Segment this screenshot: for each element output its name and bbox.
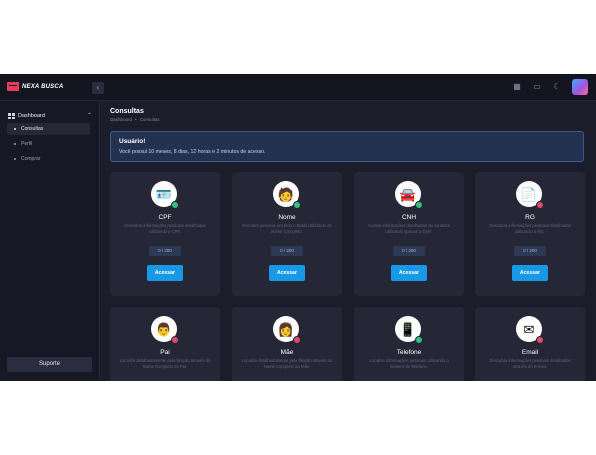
access-button[interactable]: Acessar bbox=[269, 265, 305, 281]
card-mae: 👩 Mãe Localize detalhadamente pela filia… bbox=[232, 307, 342, 381]
card-title: Telefone bbox=[396, 349, 422, 356]
bullet-icon bbox=[14, 158, 16, 160]
top-actions: ▦ ▭ ☾ bbox=[512, 79, 588, 95]
card-rg: 📄 RG Descubra informações pessoais detal… bbox=[475, 172, 585, 296]
card-description: Localize informações pessoais utilizando… bbox=[369, 358, 449, 369]
logo-icon bbox=[7, 82, 19, 91]
card-description: Descubra informações pessoais detalhadas… bbox=[489, 358, 571, 369]
sidebar-collapse-button[interactable]: ‹ bbox=[92, 82, 104, 94]
card-description: Localize detalhadamente pela filiação at… bbox=[241, 358, 333, 369]
status-badge bbox=[415, 201, 423, 209]
main-content: Consultas Dashboard • Consultas Usuário!… bbox=[100, 101, 596, 381]
status-badge bbox=[536, 336, 544, 344]
card-title: Nome bbox=[278, 214, 296, 221]
alert-text: Você possui 10 meses, 8 dias, 12 horas e… bbox=[119, 149, 266, 155]
card-title: Email bbox=[521, 349, 539, 356]
card-description: Descubra informações pessoais detalhadas… bbox=[489, 223, 571, 234]
card-description: Encontre pessoas em todo o Brasil utiliz… bbox=[242, 223, 332, 234]
status-badge bbox=[415, 336, 423, 344]
card-cnh: 🚘 CNH Acesse informações detalhadas do c… bbox=[354, 172, 464, 296]
sidebar-item-perfil[interactable]: Perfil bbox=[7, 138, 90, 150]
card-pai: 👨 Pai Localize detalhadamente pela filia… bbox=[110, 307, 220, 381]
access-button[interactable]: Acessar bbox=[391, 265, 427, 281]
usage-counter: 0 / 200 bbox=[271, 246, 303, 256]
access-button[interactable]: Acessar bbox=[512, 265, 548, 281]
top-bar: NEXA BUSCA ‹ ▦ ▭ ☾ bbox=[0, 74, 596, 101]
alert-title: Usuário! bbox=[119, 138, 146, 145]
card-description: Acesse informações detalhadas do conduto… bbox=[367, 223, 451, 234]
card-cpf: 🪪 CPF Descubra informações pessoais deta… bbox=[110, 172, 220, 296]
access-button[interactable]: Acessar bbox=[147, 265, 183, 281]
sidebar-item-comprar[interactable]: Comprar bbox=[7, 153, 90, 165]
apps-grid-icon[interactable]: ▦ bbox=[512, 82, 522, 92]
breadcrumb-item[interactable]: Dashboard bbox=[110, 117, 132, 122]
chevron-up-icon: ⌃ bbox=[86, 113, 92, 119]
sidebar: Dashboard ⌃ Consultas Perfil Comprar Sup… bbox=[0, 101, 100, 381]
bullet-icon bbox=[14, 143, 16, 145]
sidebar-item-consultas[interactable]: Consultas bbox=[7, 123, 90, 135]
card-title: CNH bbox=[401, 214, 417, 221]
support-button[interactable]: Suporte bbox=[7, 357, 92, 372]
app-window: NEXA BUSCA ‹ ▦ ▭ ☾ Dashboard ⌃ Consultas… bbox=[0, 74, 596, 381]
card-title: Pai bbox=[160, 349, 170, 356]
breadcrumb: Dashboard • Consultas bbox=[110, 117, 160, 122]
card-description: Descubra informações pessoais detalhadas… bbox=[124, 223, 206, 234]
moon-icon[interactable]: ☾ bbox=[552, 82, 562, 92]
avatar[interactable] bbox=[572, 79, 588, 95]
card-nome: 🧑 Nome Encontre pessoas em todo o Brasil… bbox=[232, 172, 342, 296]
sidebar-item-label: Perfil bbox=[21, 141, 33, 147]
status-badge bbox=[293, 336, 301, 344]
usage-counter: 0 / 200 bbox=[514, 246, 546, 256]
card-title: RG bbox=[525, 214, 535, 221]
sidebar-group-dashboard[interactable]: Dashboard ⌃ bbox=[8, 110, 92, 122]
dashboard-icon bbox=[8, 113, 15, 119]
sidebar-item-label: Consultas bbox=[21, 126, 44, 132]
chevron-left-icon: ‹ bbox=[96, 83, 100, 92]
breadcrumb-separator: • bbox=[135, 117, 137, 122]
usage-counter: 0 / 200 bbox=[393, 246, 425, 256]
card-email: ✉ Email Descubra informações pessoais de… bbox=[475, 307, 585, 381]
status-badge bbox=[171, 201, 179, 209]
card-title: Mãe bbox=[280, 349, 294, 356]
card-telefone: 📱 Telefone Localize informações pessoais… bbox=[354, 307, 464, 381]
logo-text: NEXA BUSCA bbox=[22, 83, 64, 90]
page-title: Consultas bbox=[110, 108, 144, 115]
bullet-icon bbox=[14, 128, 16, 130]
sidebar-group-label: Dashboard bbox=[18, 113, 45, 119]
status-badge bbox=[171, 336, 179, 344]
access-alert: Usuário! Você possui 10 meses, 8 dias, 1… bbox=[110, 131, 584, 162]
usage-counter: 0 / 200 bbox=[149, 246, 181, 256]
status-badge bbox=[536, 201, 544, 209]
card-description: Localize detalhadamente pela filiação at… bbox=[119, 358, 211, 369]
breadcrumb-item: Consultas bbox=[139, 117, 160, 122]
logo[interactable]: NEXA BUSCA bbox=[7, 82, 63, 91]
card-title: CPF bbox=[158, 214, 172, 221]
chat-icon[interactable]: ▭ bbox=[532, 82, 542, 92]
status-badge bbox=[293, 201, 301, 209]
sidebar-item-label: Comprar bbox=[21, 156, 41, 162]
